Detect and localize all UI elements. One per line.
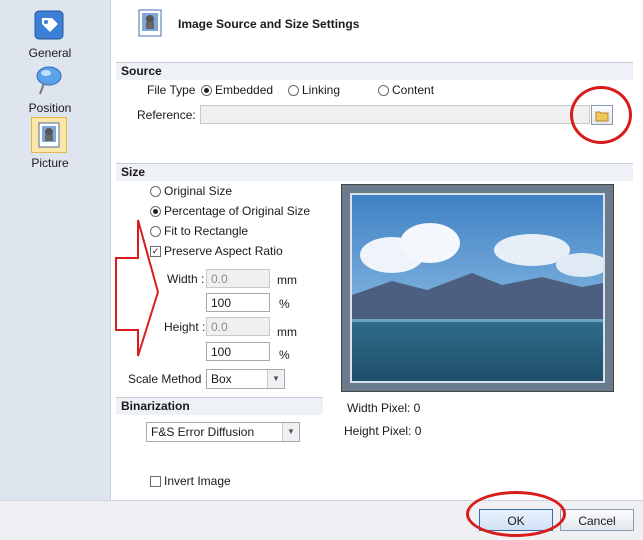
radio-percentage-label[interactable]: Percentage of Original Size: [164, 204, 310, 218]
height-percent-input[interactable]: 100: [206, 342, 270, 361]
radio-fit-rectangle-label[interactable]: Fit to Rectangle: [164, 224, 248, 238]
height-unit: mm: [277, 325, 297, 339]
image-preview: [350, 193, 605, 383]
red-arrow-annotation: [115, 219, 160, 357]
height-pixel-label: Height Pixel: 0: [344, 424, 422, 438]
reference-label: Reference:: [137, 108, 196, 122]
preserve-aspect-label[interactable]: Preserve Aspect Ratio: [164, 244, 283, 258]
cancel-button[interactable]: Cancel: [560, 509, 634, 531]
folder-icon: [595, 111, 609, 122]
reference-input[interactable]: [200, 105, 590, 124]
radio-percentage[interactable]: [150, 206, 161, 217]
height-mm-input[interactable]: 0.0: [206, 317, 270, 336]
nav-item-position[interactable]: Position: [0, 63, 110, 115]
file-type-label: File Type: [147, 83, 196, 97]
page-title: Image Source and Size Settings: [178, 17, 360, 31]
nav-label-position: Position: [28, 101, 72, 115]
radio-linking[interactable]: [288, 85, 299, 96]
size-section-heading: Size: [116, 163, 633, 181]
chevron-down-icon: ▼: [267, 370, 284, 388]
width-label: Width :: [167, 272, 205, 286]
nav-label-picture: Picture: [31, 156, 69, 170]
nav-item-picture[interactable]: Picture: [0, 117, 110, 170]
width-unit: mm: [277, 273, 297, 287]
binarization-section-heading: Binarization: [116, 397, 323, 415]
radio-original-size[interactable]: [150, 186, 161, 197]
binarization-method-select[interactable]: F&S Error Diffusion ▼: [146, 422, 300, 442]
chevron-down-icon: ▼: [282, 423, 299, 441]
radio-embedded[interactable]: [201, 85, 212, 96]
source-section-heading: Source: [116, 62, 633, 80]
height-label: Height :: [164, 320, 206, 334]
image-preview-frame: [341, 184, 614, 392]
pin-icon: [32, 63, 66, 97]
scale-method-select[interactable]: Box ▼: [206, 369, 285, 389]
binarization-method-value: F&S Error Diffusion: [151, 425, 255, 439]
picture-icon: [136, 8, 164, 38]
radio-content[interactable]: [378, 85, 389, 96]
tag-icon: [32, 8, 66, 42]
width-percent-unit: %: [279, 297, 290, 311]
width-mm-input[interactable]: 0.0: [206, 269, 270, 288]
ok-button[interactable]: OK: [479, 509, 553, 531]
left-nav: General Position Picture: [0, 0, 111, 539]
browse-button[interactable]: [591, 105, 613, 125]
radio-original-size-label[interactable]: Original Size: [164, 184, 232, 198]
picture-icon: [31, 117, 67, 153]
height-percent-unit: %: [279, 348, 290, 362]
radio-content-label[interactable]: Content: [392, 83, 434, 97]
invert-image-label[interactable]: Invert Image: [164, 474, 231, 488]
scale-method-value: Box: [211, 372, 232, 386]
radio-embedded-label[interactable]: Embedded: [215, 83, 273, 97]
nav-label-general: General: [28, 46, 72, 60]
width-percent-input[interactable]: 100: [206, 293, 270, 312]
nav-item-general[interactable]: General: [0, 8, 110, 60]
radio-linking-label[interactable]: Linking: [302, 83, 340, 97]
invert-image-checkbox[interactable]: [150, 476, 161, 487]
scale-method-label: Scale Method :: [128, 372, 209, 386]
width-pixel-label: Width Pixel: 0: [347, 401, 421, 415]
